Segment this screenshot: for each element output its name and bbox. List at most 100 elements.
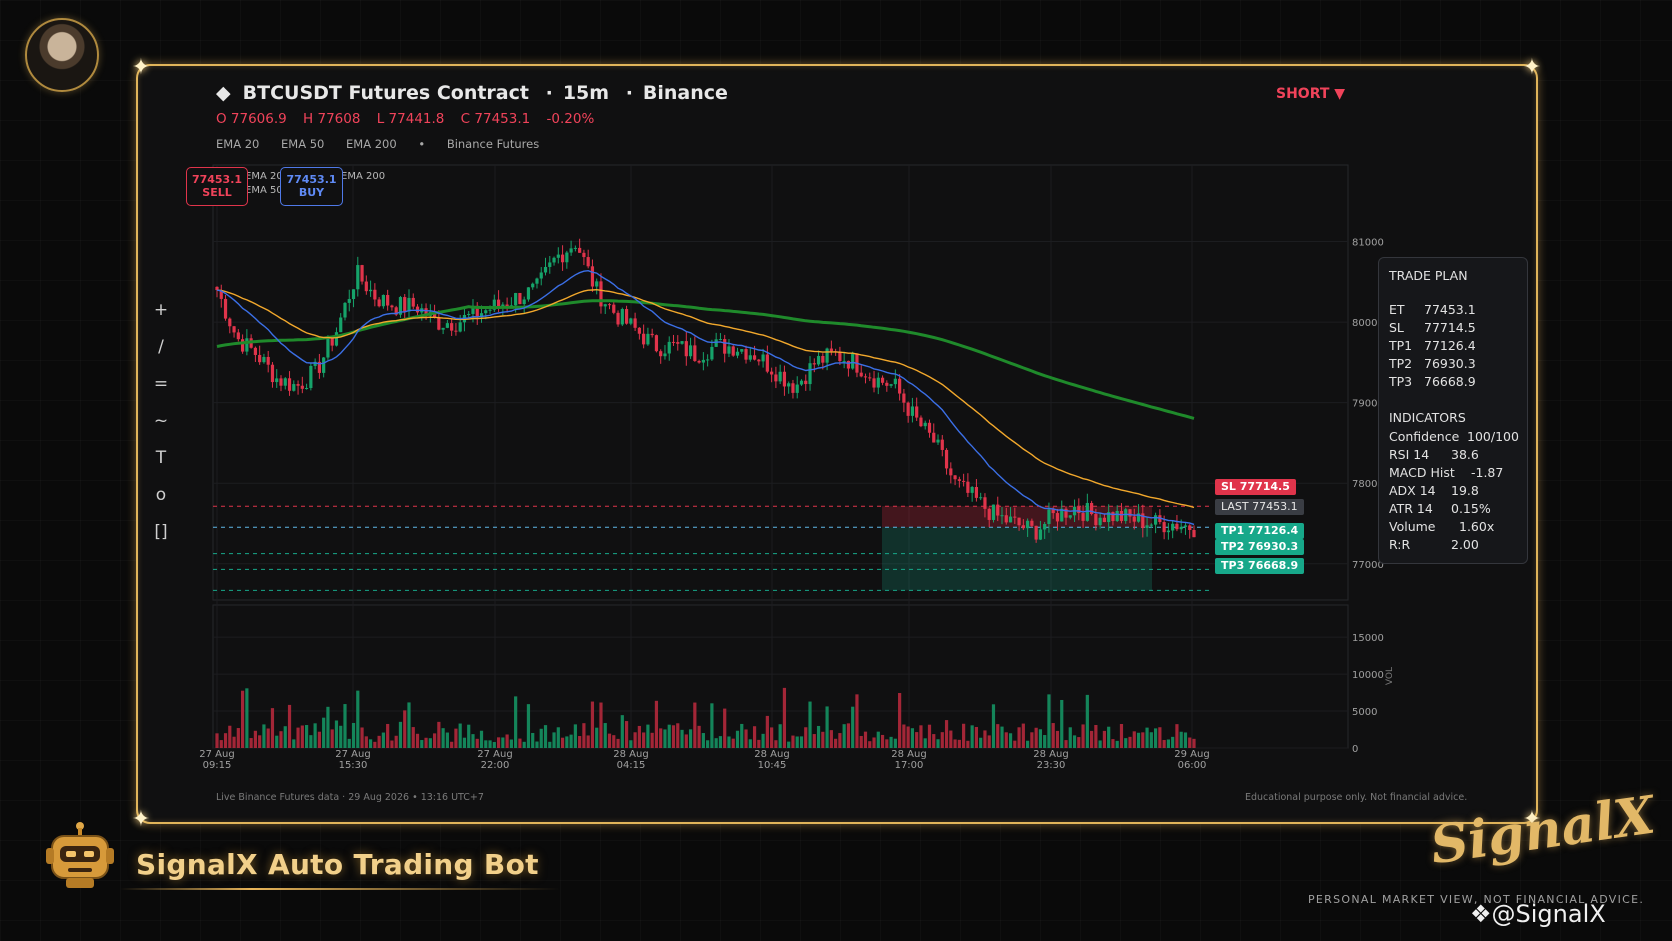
curve-tool[interactable]: ~ [150, 411, 172, 448]
candle-body [377, 299, 381, 307]
volume-bar [505, 734, 509, 748]
crosshair-tool[interactable]: + [150, 300, 172, 337]
candle-body [322, 357, 326, 373]
hline-tool[interactable]: = [150, 374, 172, 411]
tp2-tag: TP2 76930.3 [1215, 539, 1305, 555]
volume-bar [240, 690, 245, 748]
volume-bar [889, 736, 893, 748]
candle-body [496, 299, 501, 307]
volume-bar [659, 728, 663, 748]
circle-tool[interactable]: o [150, 485, 172, 522]
volume-bar [701, 733, 705, 748]
candle-body [240, 339, 245, 352]
candle-body [1154, 515, 1158, 525]
volume-bar [761, 733, 765, 748]
candle-body [825, 348, 829, 363]
volume-bar [893, 738, 897, 748]
volume-bar [868, 741, 872, 748]
volume-bar [223, 733, 228, 748]
volume-bar [526, 704, 531, 748]
volume-bar [330, 729, 334, 748]
candle-body [450, 323, 454, 331]
volume-bar [599, 702, 603, 748]
volume-bar [808, 701, 812, 748]
volume-bar [1060, 699, 1064, 748]
volume-bar [420, 740, 424, 748]
volume-bar [633, 732, 637, 748]
candle-body [270, 364, 275, 383]
volume-bar [748, 739, 752, 748]
candle-body [885, 382, 889, 386]
candle-body [539, 272, 543, 279]
x-tick-label: 28 Aug [613, 749, 648, 760]
handle-text: @SignalX [1491, 900, 1606, 928]
volume-bar [1136, 732, 1141, 748]
volume-bar [838, 733, 842, 748]
volume-bar [680, 729, 684, 748]
trendline-tool[interactable]: / [150, 337, 172, 374]
candle-body [526, 287, 531, 300]
x-tick-label: 29 Aug [1174, 749, 1209, 760]
volume-bar [1021, 723, 1025, 748]
candle-body [543, 266, 548, 273]
rectangle-tool[interactable]: [] [150, 522, 172, 559]
candle-body [326, 338, 330, 358]
x-tick-label: 22:00 [481, 760, 510, 771]
volume-bar [778, 724, 782, 748]
volume-bar [1171, 736, 1175, 748]
volume-bar [1000, 726, 1004, 748]
text-tool[interactable]: T [150, 448, 172, 485]
candle-body [624, 309, 629, 324]
volume-bar [1034, 727, 1038, 748]
volume-bar [479, 730, 484, 748]
volume-bar [1149, 732, 1153, 748]
candle-body [1171, 523, 1175, 531]
volume-bar [782, 687, 787, 748]
price-tick-label: 81000 [1352, 238, 1384, 249]
candle-body [714, 339, 718, 347]
candle-body [710, 346, 714, 360]
candle-body [1013, 516, 1017, 518]
candle-body [437, 317, 441, 330]
volume-bar [932, 734, 936, 748]
volume-bar [569, 734, 573, 748]
volume-bar [735, 730, 740, 748]
plan-value-tp3: 76668.9 [1424, 374, 1476, 389]
volume-bar [940, 732, 944, 748]
candle-body [582, 252, 586, 258]
volume-bar [923, 738, 927, 748]
candle-body [735, 351, 740, 356]
candle-body [671, 341, 676, 343]
x-tick-label: 06:00 [1178, 760, 1207, 771]
candle-body [514, 293, 518, 306]
candle-body [304, 388, 309, 390]
candle-body [706, 359, 710, 361]
plan-value-et: 77453.1 [1424, 302, 1476, 317]
volume-bar [927, 724, 932, 748]
volume-bar [650, 732, 654, 748]
candle-body [1038, 529, 1043, 540]
volume-bar [373, 741, 377, 748]
candle-body [518, 293, 522, 305]
volume-bar [253, 730, 257, 748]
buy-button[interactable]: 77453.1 BUY [280, 167, 343, 206]
volume-bar [620, 715, 624, 748]
volume-bar [1085, 694, 1089, 748]
candle-body [1047, 509, 1051, 524]
ind-value-volume: 1.60x [1459, 519, 1495, 534]
sell-price: 77453.1 [191, 173, 243, 186]
candle-body [991, 504, 996, 520]
candle-body [902, 393, 906, 403]
ind-value-rsi: 38.6 [1451, 447, 1479, 462]
candle-body [590, 266, 595, 287]
volume-bar [996, 724, 1000, 748]
volume-bar [368, 739, 373, 748]
candle-body [578, 247, 582, 253]
sell-button[interactable]: 77453.1 SELL [186, 167, 248, 206]
candle-body [804, 380, 808, 385]
candle-body [351, 289, 356, 300]
volume-bar [475, 738, 479, 748]
candle-body [403, 297, 407, 312]
volume-bar [496, 737, 501, 748]
volume-bar [752, 726, 757, 748]
